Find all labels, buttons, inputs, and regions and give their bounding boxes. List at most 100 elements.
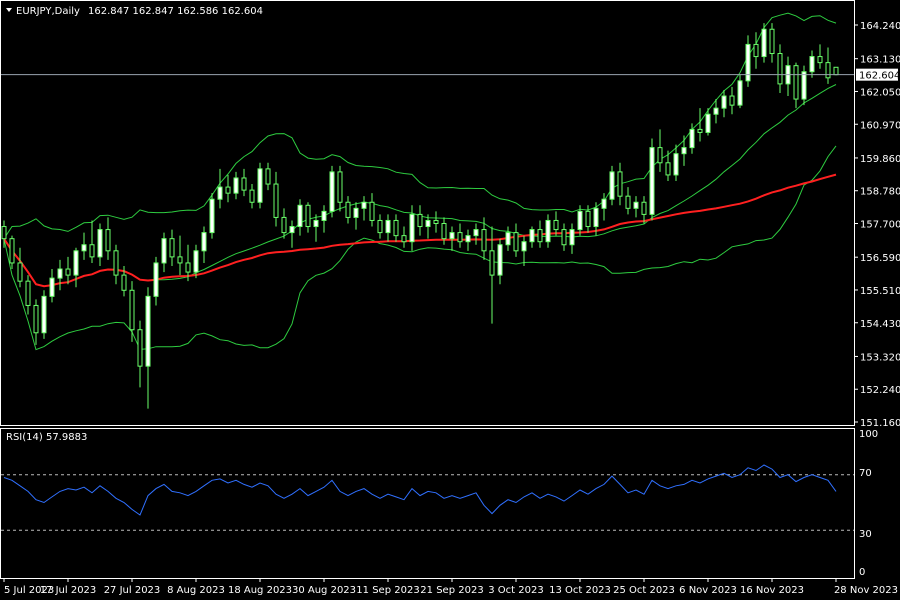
candle-12 [97, 223, 103, 266]
candle-body [409, 213, 415, 243]
candle-84 [673, 144, 679, 182]
candle-58 [465, 229, 471, 251]
candle-body [441, 223, 447, 240]
candle-body [385, 219, 391, 234]
candle-34 [273, 171, 279, 227]
candle-body [737, 80, 743, 106]
rsi-tick-70: 70 [859, 468, 872, 479]
candle-body [449, 232, 455, 240]
candle-body [481, 229, 487, 252]
candle-1 [9, 235, 15, 270]
price-tag: 162.604 [859, 71, 900, 82]
candle-body [609, 171, 615, 200]
candle-body [457, 232, 463, 243]
candle-body [665, 162, 671, 176]
candle-body [649, 147, 655, 215]
candle-7 [57, 259, 63, 291]
date-tick-11: 6 Nov 2023 [679, 585, 737, 596]
candle-body [705, 113, 711, 133]
candle-body [49, 277, 55, 297]
candle-body [577, 210, 583, 231]
candle-body [17, 262, 23, 282]
candle-95 [761, 23, 767, 63]
candle-26 [209, 193, 215, 239]
ohlc-values: 162.847 162.847 162.586 162.604 [88, 6, 263, 17]
candle-body [201, 232, 207, 252]
candle-body [553, 219, 559, 231]
candle-92 [737, 74, 743, 109]
candle-64 [513, 223, 519, 257]
chart-canvas: EURJPY,Daily 162.847 162.847 162.586 162… [0, 0, 900, 596]
candle-68 [545, 214, 551, 248]
candle-75 [601, 193, 607, 221]
candle-body [41, 295, 47, 334]
candle-body [1, 226, 7, 240]
candle-body [569, 229, 575, 246]
candle-50 [401, 226, 407, 248]
candle-20 [161, 232, 167, 273]
candle-body [417, 213, 423, 228]
candle-8 [65, 256, 71, 285]
candle-body [281, 216, 287, 234]
candle-82 [657, 129, 663, 172]
candle-body [289, 226, 295, 234]
candle-body [433, 219, 439, 224]
candle-body [193, 250, 199, 273]
candles [1, 23, 839, 409]
candle-body [57, 268, 63, 279]
candle-body [9, 238, 15, 264]
candle-body [561, 229, 567, 246]
candle-13 [105, 217, 111, 260]
candle-16 [129, 281, 135, 342]
candle-body [537, 229, 543, 243]
candle-9 [73, 247, 79, 288]
date-tick-8: 3 Oct 2023 [488, 585, 543, 596]
candle-90 [721, 89, 727, 118]
candle-body [641, 201, 647, 215]
candle-body [153, 262, 159, 297]
candle-66 [529, 226, 535, 248]
rsi-axis: 100 70 30 0 [859, 429, 878, 578]
date-tick-12: 16 Nov 2023 [740, 585, 804, 596]
candle-11 [89, 220, 95, 263]
candle-body [617, 171, 623, 197]
candle-4 [33, 299, 39, 345]
candle-body [225, 186, 231, 194]
candle-31 [249, 184, 255, 209]
candle-body [529, 229, 535, 243]
candle-body [265, 168, 271, 185]
candle-63 [505, 226, 511, 251]
candle-25 [201, 226, 207, 263]
candle-body [713, 107, 719, 115]
candle-3 [25, 275, 31, 315]
candle-51 [409, 205, 415, 251]
candle-43 [345, 196, 351, 224]
dropdown-triangle-icon[interactable] [6, 8, 12, 12]
date-tick-5: 30 Aug 2023 [292, 585, 356, 596]
candle-body [521, 241, 527, 252]
candle-body [177, 256, 183, 264]
candle-body [769, 28, 775, 55]
candle-body [313, 219, 319, 228]
candle-2 [17, 247, 23, 288]
candle-101 [809, 50, 815, 78]
candle-body [377, 219, 383, 234]
candle-28 [225, 174, 231, 203]
candle-35 [281, 208, 287, 239]
date-axis: 5 Jul 202317 Jul 2023 27 Jul 2023 8 Aug 20… [3, 578, 898, 596]
candle-93 [745, 35, 751, 87]
candle-104 [833, 66, 839, 76]
candle-body [505, 232, 511, 246]
candle-49 [393, 214, 399, 242]
candle-102 [817, 44, 823, 69]
candle-body [697, 128, 703, 133]
price-tick-9: 154.430 [860, 319, 900, 330]
candle-body [825, 62, 831, 79]
candle-body [81, 244, 87, 252]
candle-body [321, 210, 327, 221]
candle-76 [609, 165, 615, 206]
candle-body [145, 295, 151, 367]
candle-body [585, 210, 591, 228]
candle-body [681, 147, 687, 155]
price-tick-12: 151.160 [860, 418, 900, 429]
